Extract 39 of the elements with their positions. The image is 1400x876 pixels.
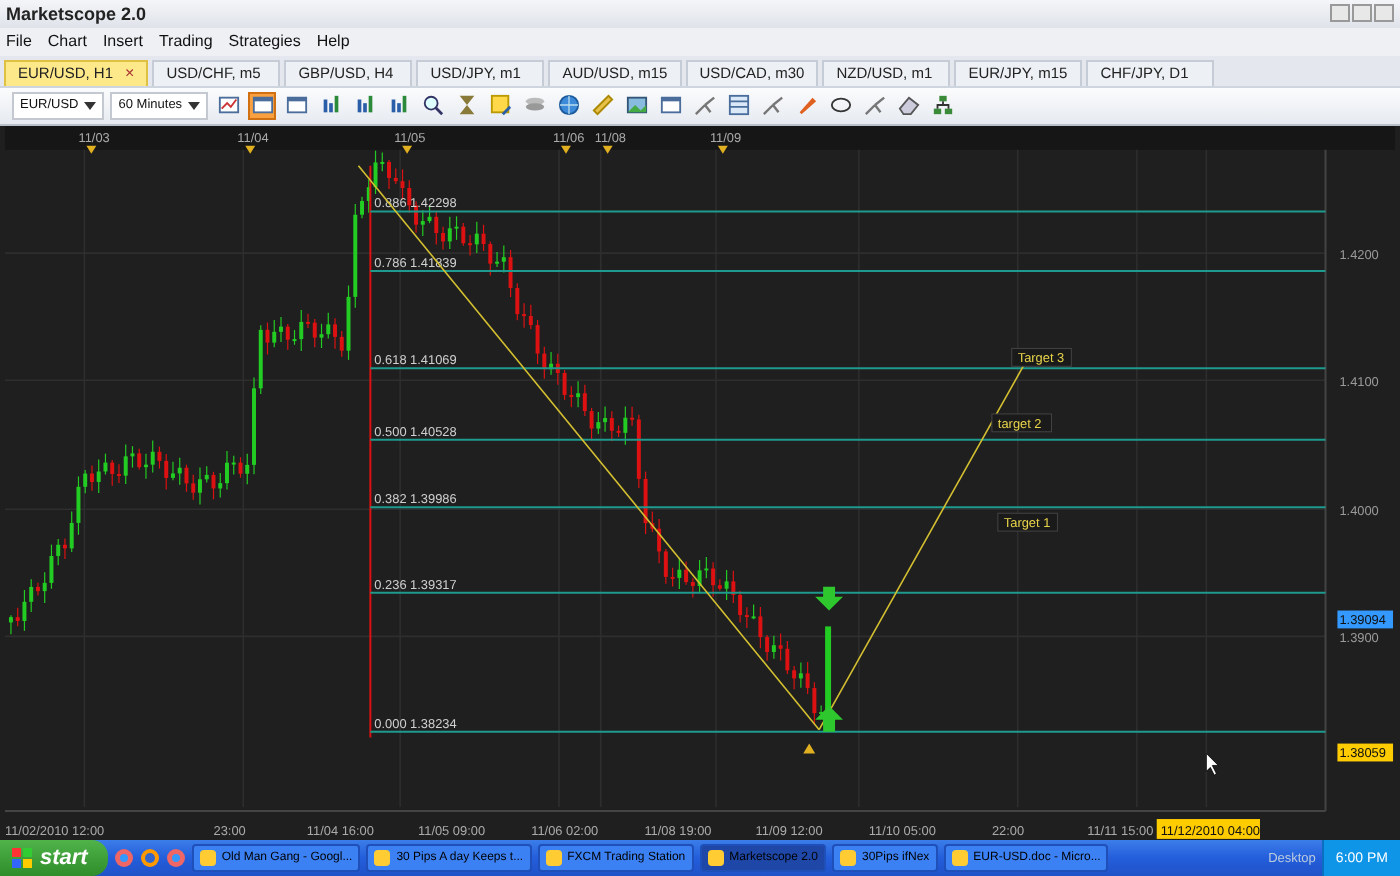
mouse-cursor-icon: [1205, 752, 1219, 775]
date-marker-icon: [561, 145, 571, 153]
triangle-marker-icon: [803, 742, 816, 753]
up-arrow-icon: [815, 705, 843, 731]
down-arrow-icon: [815, 585, 843, 610]
globe-icon[interactable]: [554, 91, 583, 120]
menu-item[interactable]: Insert: [102, 32, 143, 51]
drawing-tool-icon[interactable]: [690, 91, 719, 120]
date-marker-icon: [402, 145, 413, 153]
tab-close-button[interactable]: ×: [125, 64, 135, 83]
window-title: Marketscope 2.0: [6, 3, 147, 24]
app-icon: [374, 850, 391, 867]
menu-item[interactable]: Trading: [158, 32, 213, 51]
ruler-icon[interactable]: [588, 91, 617, 120]
table-icon[interactable]: [724, 91, 753, 120]
date-marker-icon: [717, 145, 728, 153]
window-icon[interactable]: [248, 91, 277, 120]
drawing-tool-icon[interactable]: [758, 91, 787, 120]
drawing-tool-icon[interactable]: [860, 91, 889, 120]
app-icon: [545, 850, 562, 867]
windows-flag-icon: [12, 848, 32, 869]
app-icon: [707, 850, 724, 867]
menu-item[interactable]: Chart: [47, 32, 87, 51]
date-marker-icon: [245, 145, 256, 153]
hierarchy-icon[interactable]: [928, 91, 957, 120]
menu-item[interactable]: Strategies: [228, 32, 301, 51]
menu-item[interactable]: File: [6, 32, 32, 51]
app-icon: [199, 850, 216, 867]
app-icon: [951, 850, 968, 867]
eraser-icon[interactable]: [894, 91, 923, 120]
date-marker-icon: [602, 145, 613, 153]
caret-icon: [84, 101, 97, 110]
caret-icon: [188, 101, 201, 110]
menu-item[interactable]: Help: [316, 32, 350, 51]
date-marker-icon: [86, 145, 97, 153]
app-icon: [839, 850, 856, 867]
browser-icon[interactable]: [139, 848, 160, 869]
note-icon[interactable]: [486, 91, 515, 120]
zoom-icon[interactable]: [418, 91, 447, 120]
